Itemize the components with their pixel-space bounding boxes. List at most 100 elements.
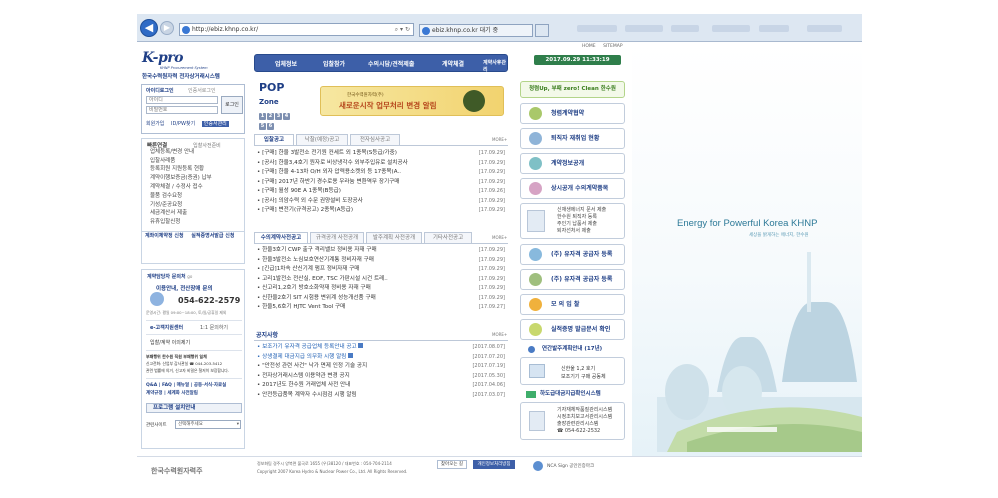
list-item[interactable]: • [구매] 월성 90E A 1종목(B등급) [17.09.26]	[257, 187, 505, 197]
notice-more-link[interactable]: MORE+	[492, 332, 507, 337]
bookmark-item[interactable]	[671, 25, 699, 32]
tab-spec-notice[interactable]: 규격공개 사전공개	[310, 232, 364, 243]
nav-company-info[interactable]: 업체정보	[275, 59, 297, 68]
annual-plan-link[interactable]: 연간발주계획안내 (17년)	[520, 344, 625, 355]
quick-link-item[interactable]: 기성/준공요청	[142, 201, 244, 210]
tab-award-notice[interactable]: 낙찰(예정)공고	[296, 134, 348, 145]
contract-info-button[interactable]: 계약정보공개	[520, 153, 625, 174]
bid-more-link[interactable]: MORE+	[492, 137, 507, 142]
support-center-link[interactable]: e-고객지원센터	[150, 324, 183, 331]
pop-page-button[interactable]: 2	[267, 113, 274, 120]
faq-link[interactable]: FAQ	[162, 383, 172, 388]
back-button[interactable]: ◀	[140, 19, 158, 37]
find-idpw-link[interactable]: ID/PW찾기	[171, 121, 195, 127]
list-item[interactable]: • [구매] 한울 4-13차 O/H 외자 압력용소켓외 등 17종목(A..…	[257, 168, 505, 178]
bookmark-item[interactable]	[577, 25, 617, 32]
pop-page-button[interactable]: 6	[267, 123, 274, 130]
quick-link-item[interactable]: 입찰사례품	[142, 157, 244, 166]
supplier-register-button-2[interactable]: (주) 유자격 공급자 등록	[520, 269, 625, 290]
nav-contract[interactable]: 계약체결	[442, 59, 464, 68]
list-item[interactable]: • 고리1발전소 전산실, EOF, TSC 가판시설 시건 트레.. [17.0…	[257, 275, 505, 285]
clean-banner[interactable]: 청렴Up, 부패 zero! Clean 한수원	[520, 81, 625, 98]
list-item[interactable]: • 상생결제 대금지급 의무화 시행 알림 [2017.07.20]	[257, 352, 505, 363]
supplier-register-button[interactable]: (주) 유자격 공급자 등록	[520, 244, 625, 265]
list-item[interactable]: • 한울3발전소 노심보호연산기계통 정비자재 구매 [17.09.29]	[257, 256, 505, 266]
list-item[interactable]: • [공사] 한울3,4호기 원자로 비상냉각수 외부주입유로 설치공사 [17.…	[257, 159, 505, 169]
tab-bid-notice[interactable]: 입찰공고	[254, 134, 294, 145]
integrity-pact-button[interactable]: 청렴계약협약	[520, 103, 625, 124]
quick-link-item[interactable]: 계약체결 / 수정사 접수	[142, 183, 244, 192]
login-button[interactable]: 로그인	[221, 96, 243, 114]
regulation-link[interactable]: 계약규정	[146, 391, 163, 396]
list-item[interactable]: • 신한울2호기 SIT 시험용 변위계 성능개선품 구매 [17.09.29]	[257, 294, 505, 304]
sitemap-link[interactable]: SITEMAP	[603, 44, 622, 49]
mock-bid-button[interactable]: 모 의 입 찰	[520, 294, 625, 315]
bookmark-item[interactable]	[625, 25, 663, 32]
list-item[interactable]: • 2017년도 한수원 거래업체 사전 안내 [2017.04.06]	[257, 381, 505, 391]
docs-link[interactable]: 공동·서식·자료실	[194, 383, 226, 388]
privacy-policy-button[interactable]: 개인정보처리방침	[473, 460, 515, 469]
signup-link[interactable]: 회원가입	[146, 121, 164, 127]
phone-icon	[529, 411, 545, 431]
quick-link-item[interactable]: 세금계산서 제출	[142, 209, 244, 218]
report-banner[interactable]: 신한울 1,2 호기 보조기기 구매 공동체	[520, 357, 625, 385]
home-link[interactable]: HOME	[582, 44, 596, 49]
tab-review-notice[interactable]: 전자심사공고	[350, 134, 400, 145]
id-input[interactable]	[146, 96, 218, 104]
quick-link-item[interactable]: 계약이행보증금(증권) 납부	[142, 174, 244, 183]
bookmark-item[interactable]	[759, 25, 789, 32]
qa-link[interactable]: Q&A	[146, 383, 157, 388]
nav-after-contract[interactable]: 계약사후관리	[483, 59, 507, 73]
tab-other-notice[interactable]: 기타사전공고	[424, 232, 472, 243]
nav-quote[interactable]: 수의시담/견적제출	[368, 59, 414, 68]
quick-link-item[interactable]: 물품 검수요청	[142, 192, 244, 201]
quick-link-item[interactable]: 유휴입찰신청	[142, 218, 244, 227]
list-item[interactable]: • 전자상거래시스템 이용약관 변경 공지 [2017.05.30]	[257, 372, 505, 382]
tab-id-login[interactable]: 아이디로그인	[146, 87, 174, 94]
list-item[interactable]: • 한울5,6호기 HJTC Vent Tool 구매 [17.09.27]	[257, 303, 505, 313]
retiree-employment-button[interactable]: 퇴직자 재취업 현황	[520, 128, 625, 149]
contact-more-link[interactable]: go	[187, 274, 192, 279]
password-input[interactable]	[146, 106, 218, 114]
bookmark-item[interactable]	[712, 25, 750, 32]
list-item[interactable]: • 한울3호기 CWP 출구 격리밸브 정비용 자재 구매 [17.09.29]	[257, 246, 505, 256]
list-item[interactable]: • [구매] 한울 3발전소 전기원 컨세트 외 1종목(S등급/가중) [17.…	[257, 149, 505, 159]
certificate-check-button[interactable]: 실적증명 발급문서 확인	[520, 319, 625, 340]
pop-banner[interactable]: 한국수력원자력(주) 새로운시작 업무처리 변경 알림	[320, 86, 504, 116]
tab-private-notice[interactable]: 수의계약사전공고	[254, 232, 308, 243]
nav-bid[interactable]: 입찰참가	[323, 59, 345, 68]
pop-page-button[interactable]: 1	[259, 113, 266, 120]
subcontract-link[interactable]: 하도급대금지급확인시스템	[520, 390, 625, 399]
inquiry-link[interactable]: 1:1 문의하기	[200, 324, 228, 331]
tab-cert-login[interactable]: 인증서로그인	[188, 87, 216, 94]
quick-link-item[interactable]: 등록회원 지원등록 현황	[142, 165, 244, 174]
global-alert-link[interactable]: 세계화 사전알림	[167, 391, 198, 396]
manual-link[interactable]: 매뉴얼	[177, 383, 189, 388]
pop-page-button[interactable]: 4	[283, 113, 290, 120]
pop-page-button[interactable]: 3	[275, 113, 282, 120]
program-install-button[interactable]: 프로그램 설치안내	[146, 403, 242, 413]
address-bar[interactable]: http://ebiz.khnp.co.kr/ ⌕ ▾ ↻	[179, 23, 414, 36]
directions-button[interactable]: 찾아오는 길	[437, 460, 467, 469]
private-more-link[interactable]: MORE+	[492, 235, 507, 240]
cert-manage-link[interactable]: 인증서관리	[201, 121, 229, 127]
tab-plan-notice[interactable]: 발주계획 사전공개	[366, 232, 422, 243]
list-item[interactable]: • "안전성 관련 사건" 낙가 면제 인정 기술 공지 [2017.07.19]	[257, 362, 505, 372]
list-item[interactable]: • [구매] 변전기(규격공고) 2종목(A등급) [17.09.29]	[257, 206, 505, 216]
list-item[interactable]: • 안전등급품목 계약자 수시점검 시행 알림 [2017.03.07]	[257, 391, 505, 401]
bookmark-item[interactable]	[807, 25, 842, 32]
certificate-issue-link[interactable]: 실적증명서발급 신청	[191, 233, 234, 239]
list-item[interactable]: • [구매] 2017년 하반기 경수로용 우라늄 변환역무 장기구매 [17.0…	[257, 178, 505, 188]
address-tools-icon[interactable]: ⌕ ▾ ↻	[395, 24, 410, 35]
forward-button[interactable]: ▶	[160, 21, 174, 35]
related-sites-select[interactable]: 선택해주세요 ▾	[175, 420, 241, 429]
list-item[interactable]: • 보조가기 유자격 공급업체 등록안내 공고 [2017.08.07]	[257, 343, 505, 353]
objection-link[interactable]: 입찰/계약 이의제기	[150, 339, 190, 346]
open-contract-items-button[interactable]: 상시공개 수의계약품목	[520, 178, 625, 199]
quick-link-item[interactable]: 업체등록/변경 안내	[142, 148, 244, 157]
list-item[interactable]: • [공사] 의암수력 외 수문 권양설비 도장공사 [17.09.29]	[257, 197, 505, 207]
list-item[interactable]: • [긴급]1차속 산신기계 펌프 정비자재 구매 [17.09.29]	[257, 265, 505, 275]
account-transfer-link[interactable]: 계좌이체약정 신청	[145, 233, 184, 239]
pop-page-button[interactable]: 5	[259, 123, 266, 130]
list-item[interactable]: • 신고리1,2호기 방호소화약재 정비용 자재 구매 [17.09.29]	[257, 284, 505, 294]
